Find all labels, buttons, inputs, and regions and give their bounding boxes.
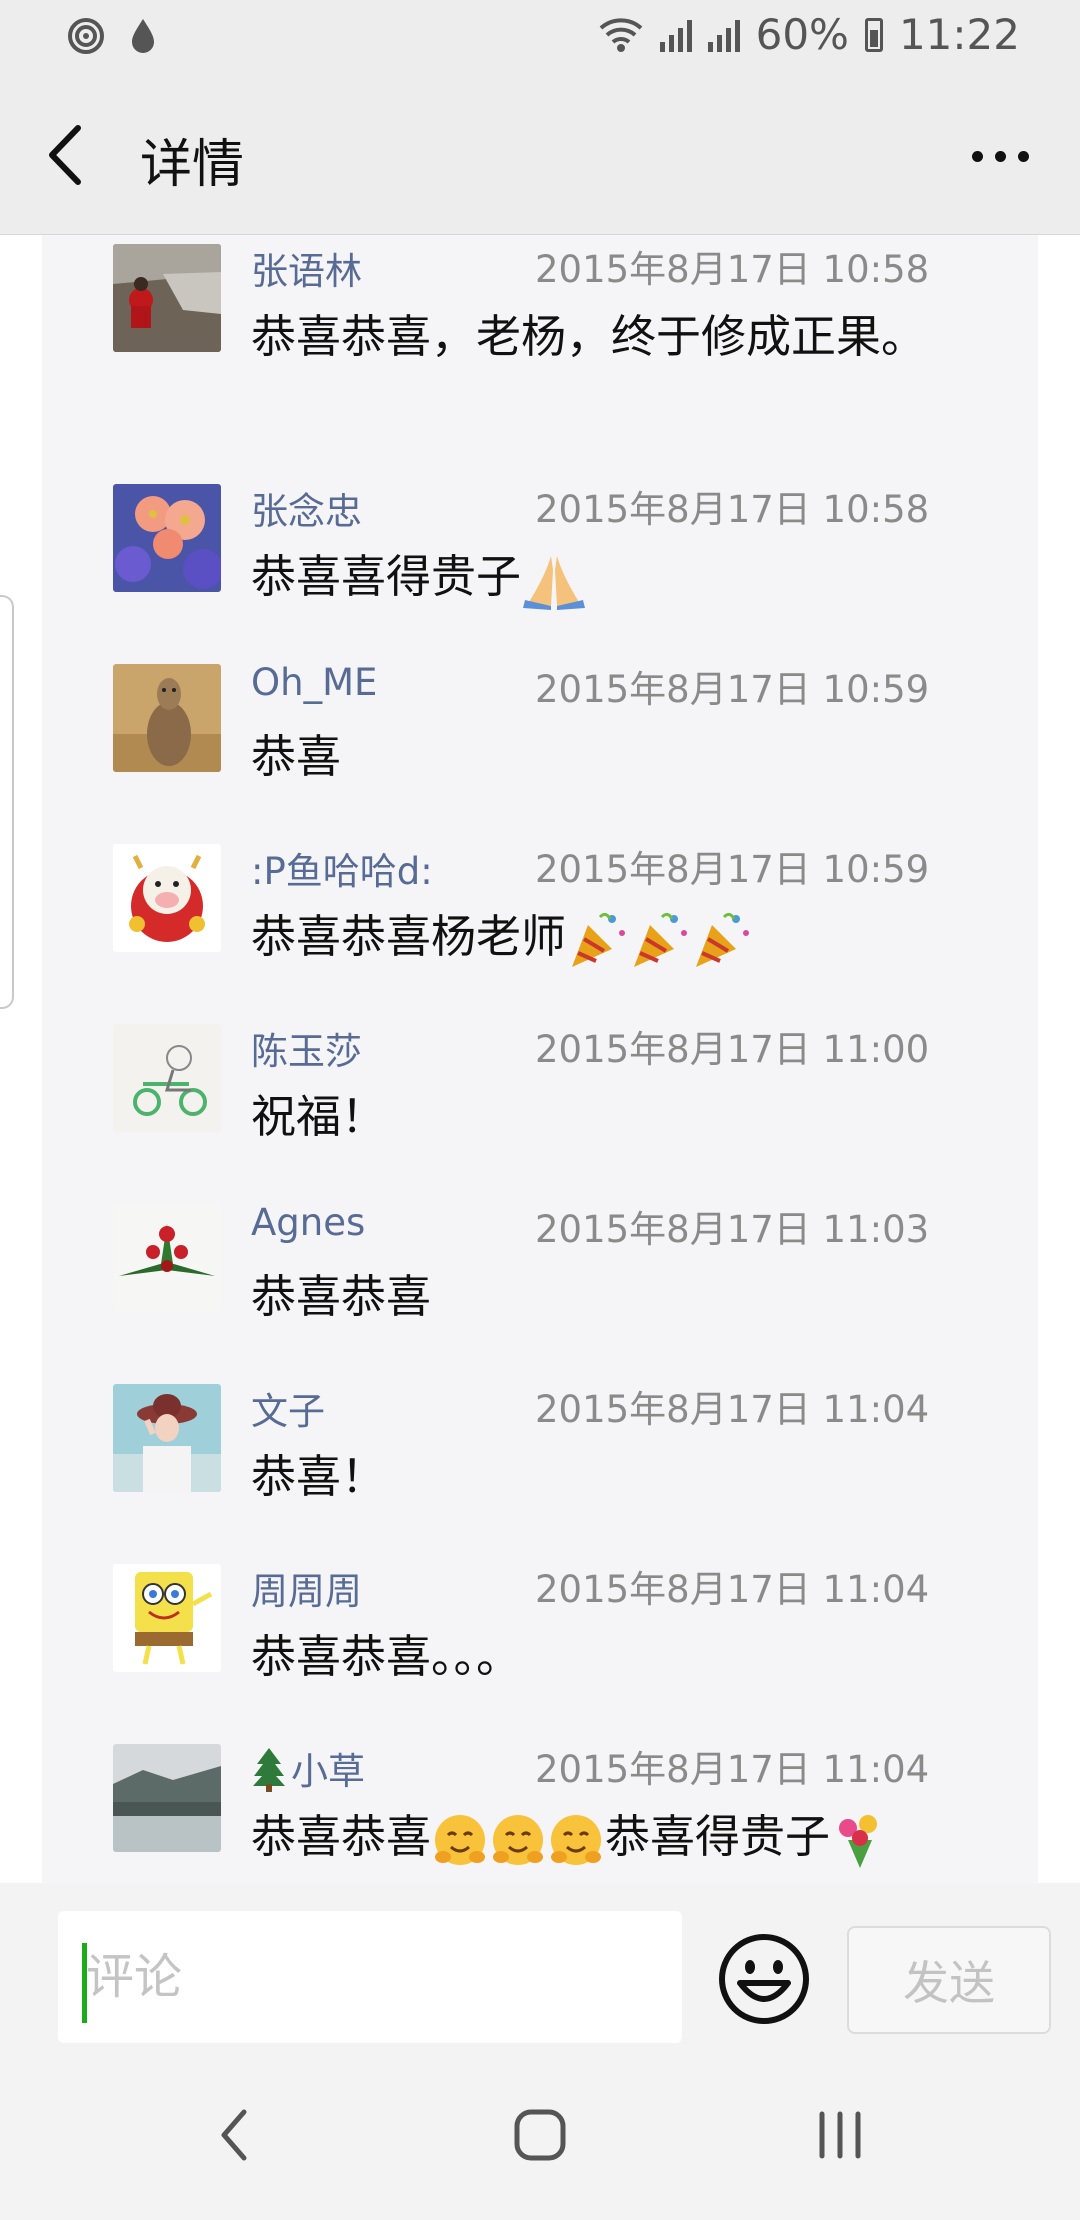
send-button[interactable]: 发送: [847, 1926, 1051, 2034]
top-nav-bar: 详情: [0, 76, 1080, 235]
avatar[interactable]: [113, 664, 221, 772]
more-dot-icon: [1017, 150, 1029, 162]
comment-timestamp: 2015年8月17日 10:59: [535, 848, 930, 891]
battery-icon: [864, 17, 883, 52]
bouquet-icon: [839, 1815, 878, 1868]
more-dot-icon: [994, 150, 1006, 162]
side-drawer-handle[interactable]: [0, 595, 14, 1009]
comment-text-body: 恭喜恭喜杨老师: [251, 910, 567, 963]
avatar[interactable]: [113, 484, 221, 592]
avatar[interactable]: [113, 1024, 221, 1132]
commenter-name[interactable]: 陈玉莎: [251, 1021, 362, 1075]
commenter-name[interactable]: Agnes: [251, 1201, 365, 1244]
comment-timestamp: 2015年8月17日 10:58: [535, 248, 930, 291]
comment-text-body: 恭喜喜得贵子: [251, 550, 522, 603]
comment-input-bar: 发送: [0, 1883, 1080, 2055]
water-drop-icon: [132, 19, 154, 53]
signal-icon-2: [707, 18, 740, 52]
status-bar: 60% 11:22: [0, 0, 1080, 76]
comment-text: 恭喜恭喜。。。: [251, 1630, 522, 1683]
comment-timestamp: 2015年8月17日 11:04: [535, 1388, 930, 1431]
signal-icon: [659, 18, 692, 52]
comment-text: 恭喜！: [251, 1450, 387, 1503]
comment-text: 恭喜喜得贵子: [251, 545, 941, 610]
comment-timestamp: 2015年8月17日 10:58: [535, 488, 930, 531]
folded-hands-icon: [523, 556, 586, 610]
hugging-face-icon: [493, 1815, 544, 1865]
commenter-name[interactable]: :P鱼哈哈d:: [251, 841, 433, 895]
party-popper-icon: [634, 912, 688, 967]
avatar[interactable]: [113, 1384, 221, 1492]
party-popper-icon: [696, 912, 750, 967]
smiley-icon: [719, 1934, 809, 2024]
clock: 11:22: [898, 10, 1020, 59]
comment-text: 祝福！: [251, 1090, 387, 1143]
comment-timestamp: 2015年8月17日 11:04: [535, 1568, 930, 1611]
party-popper-icon: [572, 912, 626, 967]
commenter-name[interactable]: 周周周: [251, 1561, 362, 1615]
hugging-face-icon: [551, 1815, 602, 1865]
comment-timestamp: 2015年8月17日 11:04: [535, 1748, 930, 1791]
comment-text: 恭喜恭喜: [251, 1270, 432, 1323]
more-options-button[interactable]: [960, 126, 1040, 186]
system-home-button[interactable]: [500, 2100, 580, 2170]
battery-percent: 60%: [755, 10, 849, 59]
text-cursor: [82, 1943, 87, 2023]
comment-text-tail: 恭喜得贵子: [605, 1810, 831, 1863]
commenter-name[interactable]: 文子: [251, 1381, 325, 1435]
comment-text: 恭喜恭喜 恭喜得贵子: [251, 1805, 941, 1870]
comment-timestamp: 2015年8月17日 10:59: [535, 668, 930, 711]
comment-list-area[interactable]: 张语林 2015年8月17日 10:58 恭喜恭喜，老杨，终于修成正果。 张念忠…: [0, 235, 1080, 1883]
avatar[interactable]: [113, 1204, 221, 1312]
home-icon: [514, 2109, 566, 2161]
commenter-name[interactable]: Oh_ME: [251, 661, 377, 704]
comment-text: 恭喜恭喜，老杨，终于修成正果。: [251, 310, 927, 363]
system-navigation-bar: [0, 2055, 1080, 2220]
more-dot-icon: [971, 150, 983, 162]
chevron-left-icon: [49, 125, 81, 185]
back-arrow-icon: [221, 2109, 247, 2161]
system-recents-button[interactable]: [800, 2100, 880, 2170]
recents-icon: [819, 2111, 861, 2159]
avatar[interactable]: [113, 1564, 221, 1672]
comment-text-body: 恭喜恭喜: [251, 1810, 432, 1863]
back-button[interactable]: [38, 120, 98, 190]
commenter-name-text: 小草: [291, 1750, 365, 1793]
comment-timestamp: 2015年8月17日 11:03: [535, 1208, 930, 1251]
page-title: 详情: [140, 135, 245, 195]
emoji-button[interactable]: [718, 1933, 810, 2025]
app-notification-icon: [68, 18, 104, 54]
system-back-button[interactable]: [196, 2100, 276, 2170]
avatar[interactable]: [113, 244, 221, 352]
tree-icon: [253, 1748, 285, 1792]
comment-text: 恭喜恭喜杨老师: [251, 905, 941, 971]
commenter-name[interactable]: 小草: [251, 1741, 365, 1795]
comment-input[interactable]: [58, 1911, 682, 2043]
avatar[interactable]: [113, 844, 221, 952]
comment-timestamp: 2015年8月17日 11:00: [535, 1028, 930, 1071]
commenter-name[interactable]: 张念忠: [251, 481, 362, 535]
comment-text: 恭喜: [251, 730, 342, 783]
wifi-icon: [599, 17, 642, 52]
commenter-name[interactable]: 张语林: [251, 241, 362, 295]
avatar[interactable]: [113, 1744, 221, 1852]
hugging-face-icon: [435, 1815, 486, 1865]
